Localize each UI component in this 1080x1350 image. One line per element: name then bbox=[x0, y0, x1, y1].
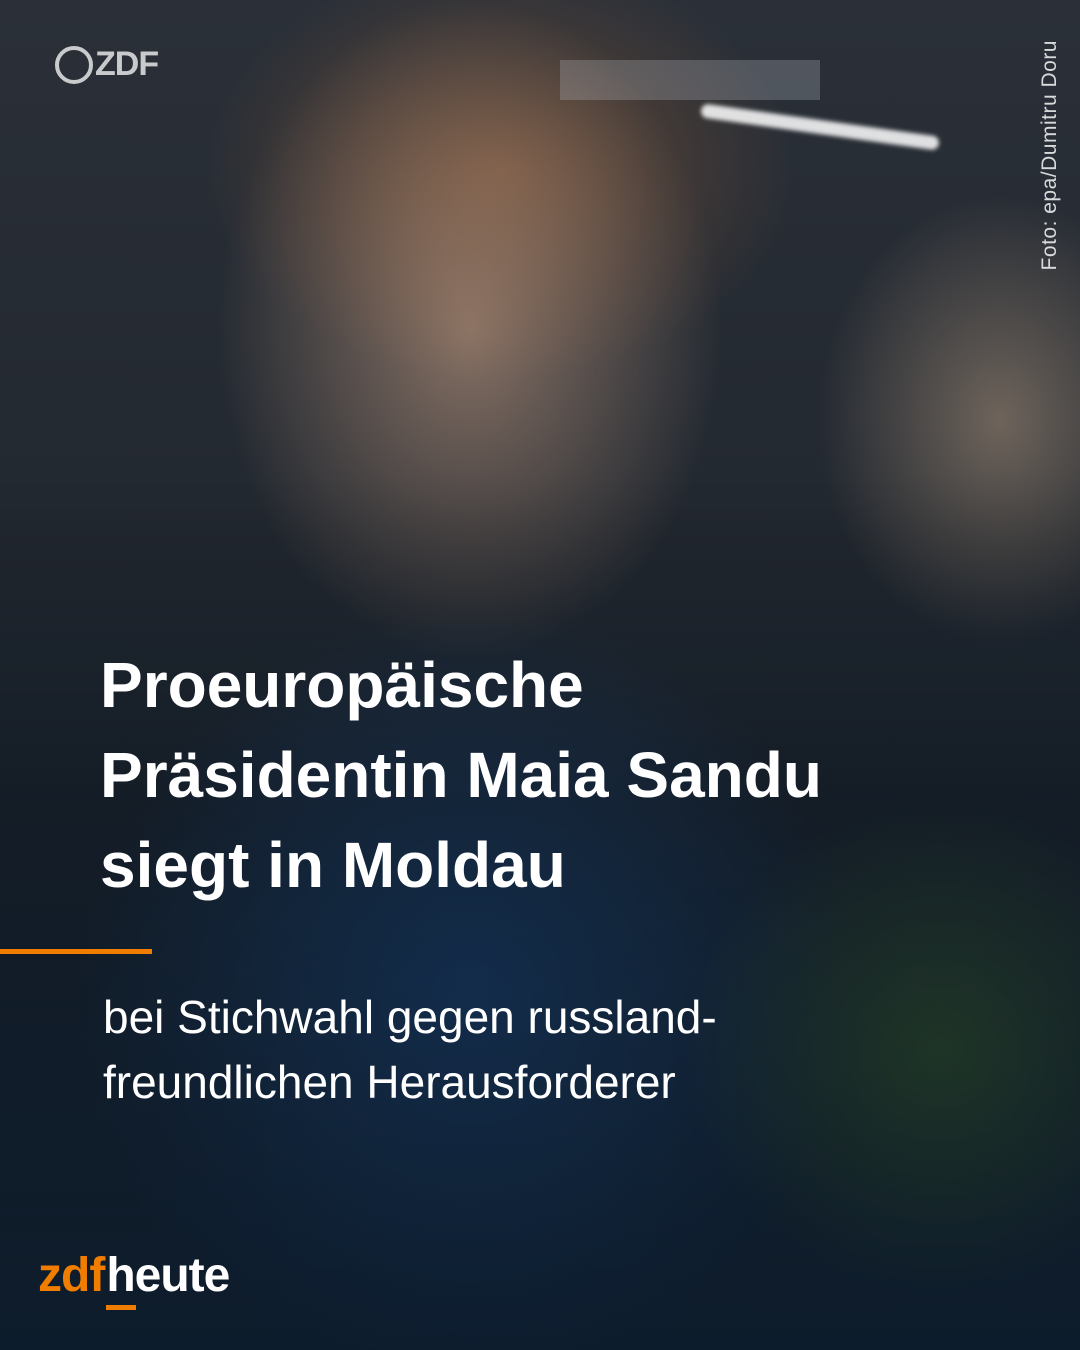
watermark-text: ZDF bbox=[95, 45, 159, 83]
accent-divider bbox=[0, 949, 152, 954]
logo-heute: heute bbox=[106, 1249, 230, 1310]
subheadline-line-1: bei Stichwahl gegen russland- bbox=[103, 991, 717, 1043]
photo-credit: Foto: epa/Dumitru Doru bbox=[1032, 40, 1062, 340]
subheadline: bei Stichwahl gegen russland- freundlich… bbox=[103, 985, 1033, 1115]
headline-line-3: siegt in Moldau bbox=[100, 829, 566, 901]
headline-line-1: Proeuropäische bbox=[100, 649, 584, 721]
headline: Proeuropäische Präsidentin Maia Sandu si… bbox=[100, 640, 1040, 910]
zdf-eye-icon bbox=[55, 45, 93, 84]
news-card: ZDF Foto: epa/Dumitru Doru Proeuropäisch… bbox=[0, 0, 1080, 1350]
zdfheute-logo: zdf heute bbox=[38, 1249, 230, 1310]
subheadline-line-2: freundlichen Herausforderer bbox=[103, 1056, 676, 1108]
logo-zdf: zdf bbox=[38, 1249, 105, 1302]
zdf-watermark: ZDF bbox=[55, 45, 159, 84]
photo-credit-text: Foto: epa/Dumitru Doru bbox=[1038, 40, 1061, 271]
headline-line-2: Präsidentin Maia Sandu bbox=[100, 739, 822, 811]
